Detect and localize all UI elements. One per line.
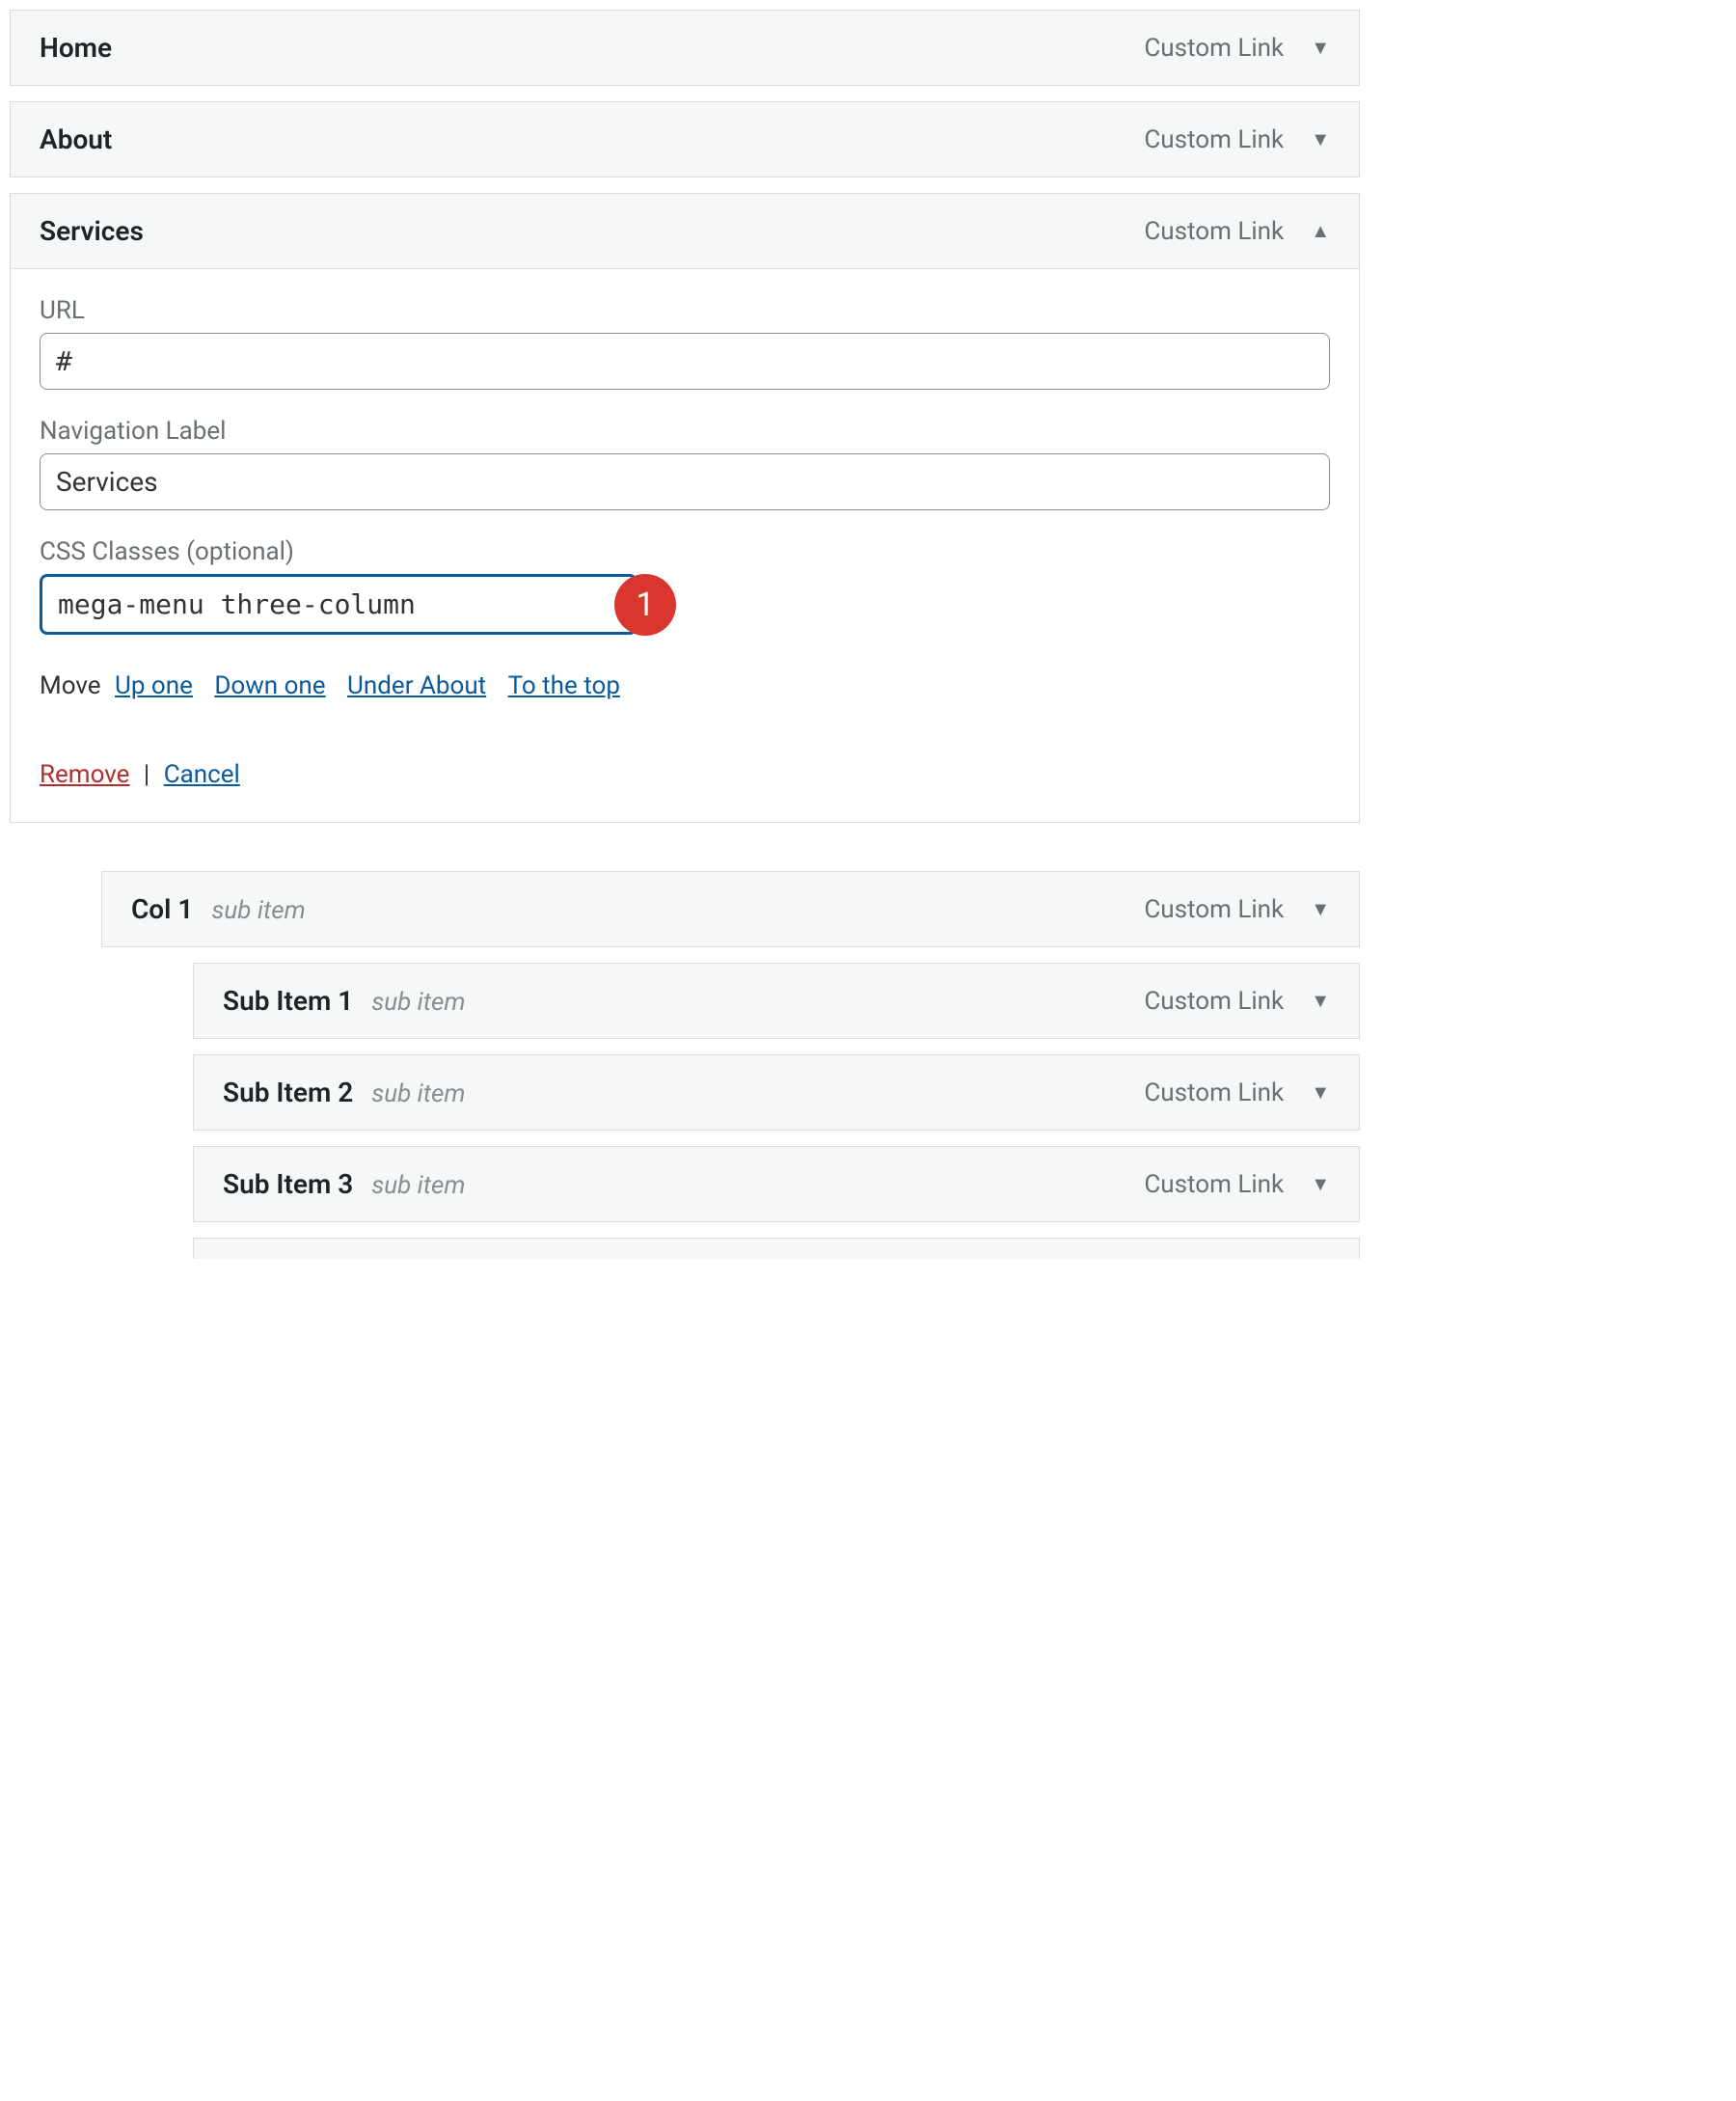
sub-item-tag: sub item [371, 1171, 465, 1200]
chevron-up-icon[interactable]: ▲ [1311, 219, 1330, 243]
menu-item-type: Custom Link [1144, 1170, 1284, 1199]
menu-item-title-text: Sub Item 2 [223, 1077, 353, 1108]
annotation-badge-1: 1 [614, 574, 676, 636]
menu-structure: Home Custom Link ▼ About Custom Link ▼ S… [10, 10, 1360, 1259]
menu-item-settings-panel: URL Navigation Label CSS Classes (option… [11, 269, 1359, 822]
menu-item-meta: Custom Link ▼ [1144, 34, 1330, 63]
menu-item-type: Custom Link [1144, 1078, 1284, 1107]
menu-item-partial [193, 1238, 1360, 1259]
chevron-down-icon[interactable]: ▼ [1311, 1172, 1330, 1196]
chevron-down-icon[interactable]: ▼ [1311, 897, 1330, 921]
menu-item-sub2[interactable]: Sub Item 2 sub item Custom Link ▼ [193, 1054, 1360, 1131]
menu-item-title-text: Col 1 [131, 893, 193, 925]
menu-item-services[interactable]: Services Custom Link ▲ [11, 194, 1359, 269]
move-row: Move Up one Down one Under About To the … [40, 671, 1330, 700]
menu-item-col1[interactable]: Col 1 sub item Custom Link ▼ [101, 871, 1360, 947]
menu-item-about[interactable]: About Custom Link ▼ [10, 101, 1360, 177]
menu-item-title: About [40, 123, 112, 155]
menu-item-home[interactable]: Home Custom Link ▼ [10, 10, 1360, 86]
url-input[interactable] [40, 333, 1330, 390]
menu-item-type: Custom Link [1144, 987, 1284, 1016]
menu-item-meta: Custom Link ▲ [1144, 217, 1330, 246]
item-actions-row: Remove | Cancel [40, 760, 1330, 789]
menu-item-type: Custom Link [1144, 217, 1284, 246]
css-classes-row: 1 [40, 574, 1330, 635]
cancel-link[interactable]: Cancel [164, 760, 240, 789]
chevron-down-icon[interactable]: ▼ [1311, 36, 1330, 60]
menu-item-title: Sub Item 1 sub item [223, 985, 466, 1017]
menu-item-meta: Custom Link ▼ [1144, 987, 1330, 1016]
menu-item-type: Custom Link [1144, 34, 1284, 63]
move-up-link[interactable]: Up one [115, 671, 193, 700]
sub-item-tag: sub item [371, 988, 465, 1017]
menu-item-meta: Custom Link ▼ [1144, 1078, 1330, 1107]
chevron-down-icon[interactable]: ▼ [1311, 127, 1330, 151]
move-down-link[interactable]: Down one [214, 671, 325, 700]
menu-item-meta: Custom Link ▼ [1144, 125, 1330, 154]
menu-item-sub3[interactable]: Sub Item 3 sub item Custom Link ▼ [193, 1146, 1360, 1222]
menu-item-title-text: Sub Item 3 [223, 1168, 353, 1200]
move-top-link[interactable]: To the top [508, 671, 620, 700]
menu-item-title: Sub Item 3 sub item [223, 1168, 466, 1200]
menu-item-type: Custom Link [1144, 895, 1284, 924]
chevron-down-icon[interactable]: ▼ [1311, 1080, 1330, 1105]
url-label: URL [40, 296, 1330, 325]
menu-item-services-expanded: Services Custom Link ▲ URL Navigation La… [10, 193, 1360, 823]
menu-item-sub1[interactable]: Sub Item 1 sub item Custom Link ▼ [193, 963, 1360, 1039]
navigation-label-input[interactable] [40, 453, 1330, 510]
separator: | [144, 760, 149, 789]
css-classes-label: CSS Classes (optional) [40, 537, 1330, 566]
move-label: Move [40, 671, 101, 700]
menu-item-title: Col 1 sub item [131, 893, 306, 925]
menu-item-meta: Custom Link ▼ [1144, 895, 1330, 924]
menu-item-title-text: Sub Item 1 [223, 985, 353, 1017]
chevron-down-icon[interactable]: ▼ [1311, 989, 1330, 1013]
css-classes-input[interactable] [40, 574, 637, 635]
menu-item-meta: Custom Link ▼ [1144, 1170, 1330, 1199]
menu-item-title: Sub Item 2 sub item [223, 1077, 466, 1108]
navigation-label-label: Navigation Label [40, 417, 1330, 446]
move-under-link[interactable]: Under About [347, 671, 486, 700]
menu-item-title: Home [40, 32, 112, 64]
sub-item-tag: sub item [211, 896, 305, 925]
remove-link[interactable]: Remove [40, 760, 129, 789]
sub-item-tag: sub item [371, 1079, 465, 1108]
menu-item-type: Custom Link [1144, 125, 1284, 154]
menu-item-title: Services [40, 215, 144, 247]
